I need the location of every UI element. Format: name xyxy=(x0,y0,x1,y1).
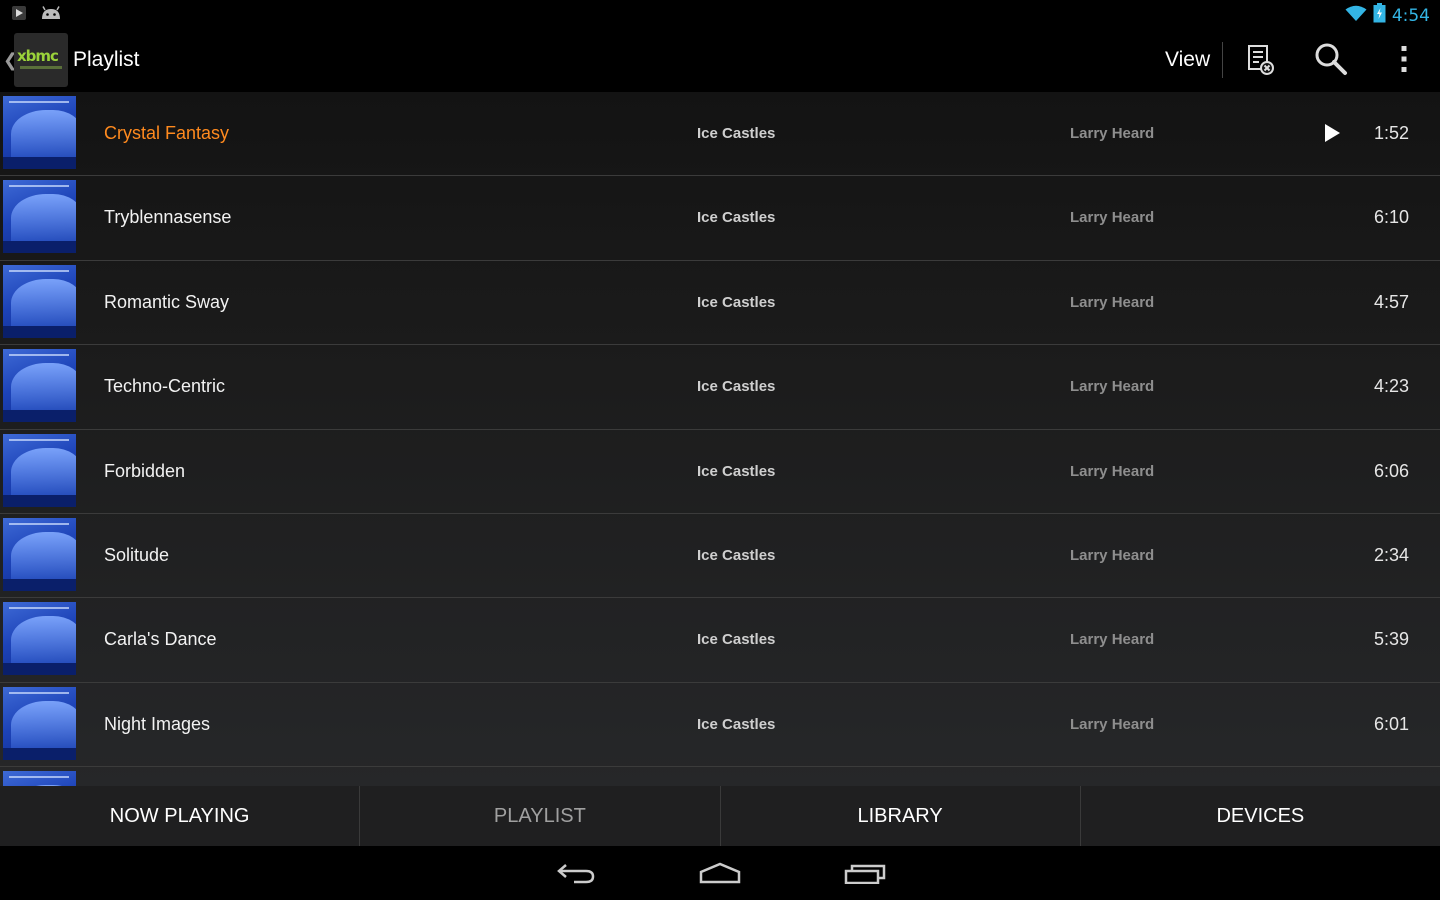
bottom-tab-bar: NOW PLAYING PLAYLIST LIBRARY DEVICES xyxy=(0,786,1440,846)
track-album: Ice Castles xyxy=(697,209,776,227)
track-album: Ice Castles xyxy=(697,631,776,649)
system-nav-bar xyxy=(0,846,1440,900)
track-title: Techno-Centric xyxy=(104,376,226,397)
track-artist: Larry Heard xyxy=(1070,293,1155,311)
album-art xyxy=(3,433,76,507)
home-icon[interactable] xyxy=(698,858,742,888)
album-art xyxy=(3,517,76,591)
track-artist: Larry Heard xyxy=(1070,125,1155,142)
track-artist: Larry Heard xyxy=(1070,462,1155,480)
album-art xyxy=(3,771,76,786)
track-title: Tryblennasense xyxy=(104,207,232,228)
overflow-menu-icon[interactable] xyxy=(1387,42,1421,76)
track-artist: Larry Heard xyxy=(1070,631,1155,649)
playlist-row[interactable]: Solitude Ice Castles Larry Heard 2:34 xyxy=(0,514,1440,599)
recents-icon[interactable] xyxy=(843,858,887,888)
track-title: Crystal Fantasy xyxy=(104,123,230,143)
album-art xyxy=(3,264,76,338)
album-art xyxy=(3,180,76,254)
track-artist: Larry Heard xyxy=(1070,378,1155,396)
playlist-row[interactable]: Techno-Centric Ice Castles Larry Heard 4… xyxy=(0,345,1440,430)
track-album: Ice Castles xyxy=(697,462,776,480)
track-title: Forbidden xyxy=(104,460,186,481)
playlist-row[interactable]: Romantic Sway Ice Castles Larry Heard 4:… xyxy=(0,261,1440,346)
track-title: Night Images xyxy=(104,713,211,734)
wifi-icon xyxy=(1345,5,1367,27)
track-duration: 2:34 xyxy=(1373,544,1409,565)
track-artist: Larry Heard xyxy=(1070,209,1155,227)
app-logo[interactable]: xbmc xyxy=(14,33,68,87)
tab-now-playing[interactable]: NOW PLAYING xyxy=(0,786,361,846)
playlist-row[interactable]: Night Images Ice Castles Larry Heard 6:0… xyxy=(0,683,1440,768)
android-robot-icon xyxy=(40,6,62,25)
playlist-row[interactable]: Carla's Dance Ice Castles Larry Heard 5:… xyxy=(0,598,1440,683)
clock: 4:54 xyxy=(1391,5,1430,26)
track-duration: 4:23 xyxy=(1373,376,1409,397)
track-album: Ice Castles xyxy=(697,293,776,311)
track-artist: Larry Heard xyxy=(1070,715,1155,733)
track-title: Carla's Dance xyxy=(104,629,217,650)
track-duration: 6:06 xyxy=(1373,460,1409,481)
tab-devices[interactable]: DEVICES xyxy=(1081,786,1440,846)
track-duration: 6:01 xyxy=(1373,713,1409,734)
status-bar: 4:54 xyxy=(0,0,1440,28)
tab-library[interactable]: LIBRARY xyxy=(721,786,1081,846)
tab-playlist[interactable]: PLAYLIST xyxy=(360,786,721,846)
album-art xyxy=(3,96,76,169)
track-duration: 1:52 xyxy=(1373,123,1409,143)
playlist: Crystal Fantasy Ice Castles Larry Heard … xyxy=(0,92,1440,786)
album-art xyxy=(3,602,76,676)
now-playing-icon xyxy=(1325,124,1340,142)
playlist-row[interactable]: Tryblennasense Ice Castles Larry Heard 6… xyxy=(0,176,1440,261)
search-icon[interactable] xyxy=(1314,42,1348,76)
playlist-row[interactable]: Crystal Fantasy Ice Castles Larry Heard … xyxy=(0,92,1440,177)
album-art xyxy=(3,349,76,423)
playlist-row-partial[interactable] xyxy=(0,767,1440,786)
track-album: Ice Castles xyxy=(697,715,776,733)
action-divider xyxy=(1222,42,1223,78)
back-icon[interactable] xyxy=(554,858,598,888)
track-title: Romantic Sway xyxy=(104,291,230,312)
album-art xyxy=(3,686,76,760)
clear-playlist-icon[interactable] xyxy=(1243,42,1277,76)
action-bar: ❮ xbmc Playlist View xyxy=(0,28,1440,92)
track-artist: Larry Heard xyxy=(1070,546,1155,564)
track-album: Ice Castles xyxy=(697,546,776,564)
playlist-row[interactable]: Forbidden Ice Castles Larry Heard 6:06 xyxy=(0,430,1440,514)
battery-icon xyxy=(1373,3,1386,28)
track-album: Ice Castles xyxy=(697,378,776,396)
track-duration: 6:10 xyxy=(1373,207,1409,228)
track-title: Solitude xyxy=(104,544,170,565)
view-button[interactable]: View xyxy=(1165,48,1210,72)
track-duration: 5:39 xyxy=(1373,629,1409,650)
track-duration: 4:57 xyxy=(1373,291,1409,312)
page-title: Playlist xyxy=(73,48,140,71)
track-album: Ice Castles xyxy=(697,125,776,142)
play-notification-icon xyxy=(12,6,26,25)
